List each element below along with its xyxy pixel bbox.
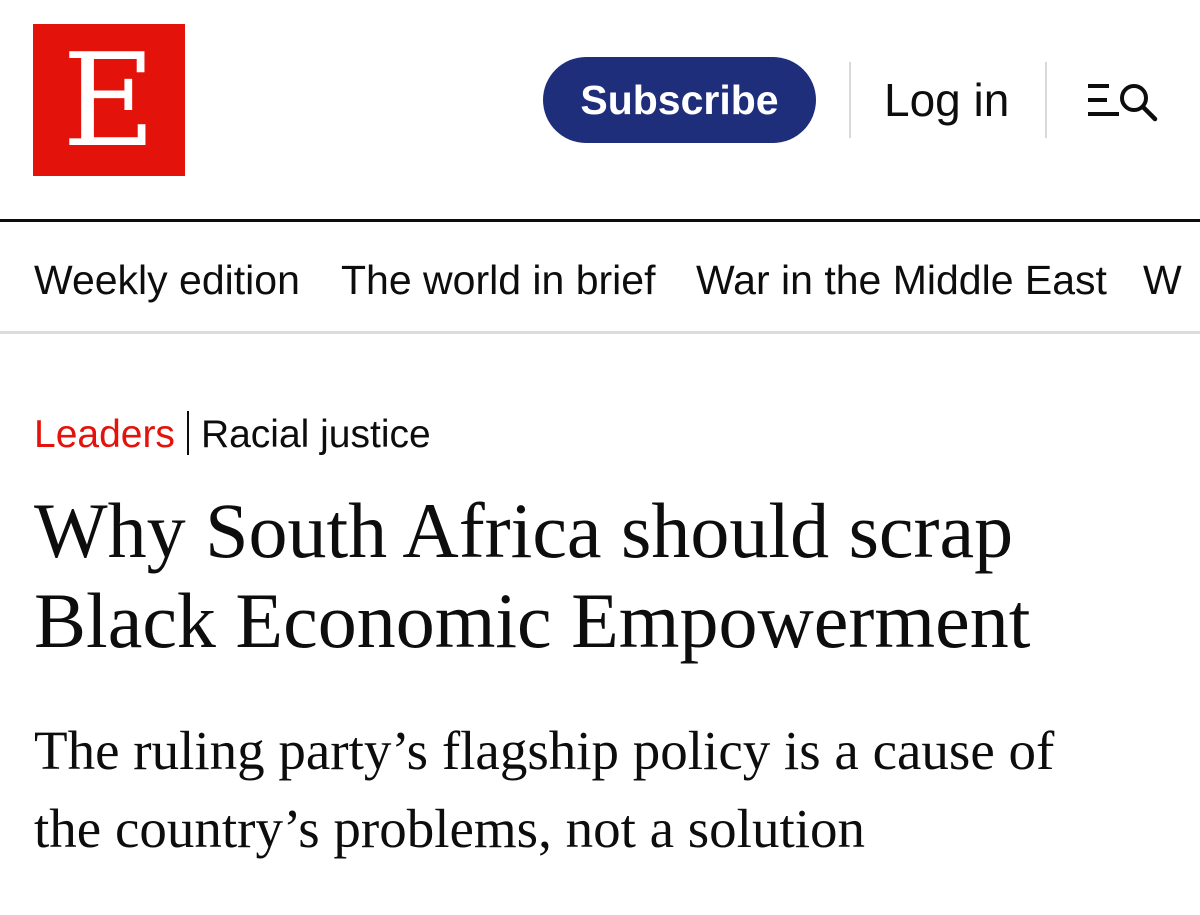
subscribe-button[interactable]: Subscribe (543, 57, 816, 143)
nav-item-war-in-middle-east[interactable]: War in the Middle East (696, 256, 1107, 304)
kicker-separator (186, 411, 189, 455)
subhead-line: the country’s problems, not a solution (34, 798, 866, 859)
section-link[interactable]: Leaders (34, 413, 175, 456)
headline-line: Black Economic Empowerment (34, 577, 1031, 664)
headline-line: Why South Africa should scrap (34, 487, 1014, 574)
nav-item-world-in-brief[interactable]: The world in brief (341, 256, 655, 304)
menu-search-button[interactable] (1085, 78, 1161, 124)
article-kicker: Leaders Racial justice (34, 411, 431, 459)
nav-item-truncated[interactable]: W (1143, 256, 1182, 304)
economist-logo[interactable]: E (33, 24, 185, 176)
article-subhead: The ruling party’s flagship policy is a … (34, 712, 1184, 868)
nav-rule (0, 331, 1200, 334)
header-divider (849, 62, 851, 138)
topic-label: Racial justice (200, 413, 431, 456)
site-header: E Subscribe Log in (0, 0, 1200, 220)
header-divider (1045, 62, 1047, 138)
subhead-line: The ruling party’s flagship policy is a … (34, 720, 1055, 781)
nav-item-weekly-edition[interactable]: Weekly edition (34, 256, 300, 304)
menu-search-icon (1088, 84, 1158, 122)
login-link[interactable]: Log in (884, 72, 1009, 128)
article-headline: Why South Africa should scrap Black Econ… (34, 486, 1184, 666)
top-nav: Weekly edition The world in brief War in… (0, 222, 1200, 332)
logo-letter: E (62, 27, 156, 176)
